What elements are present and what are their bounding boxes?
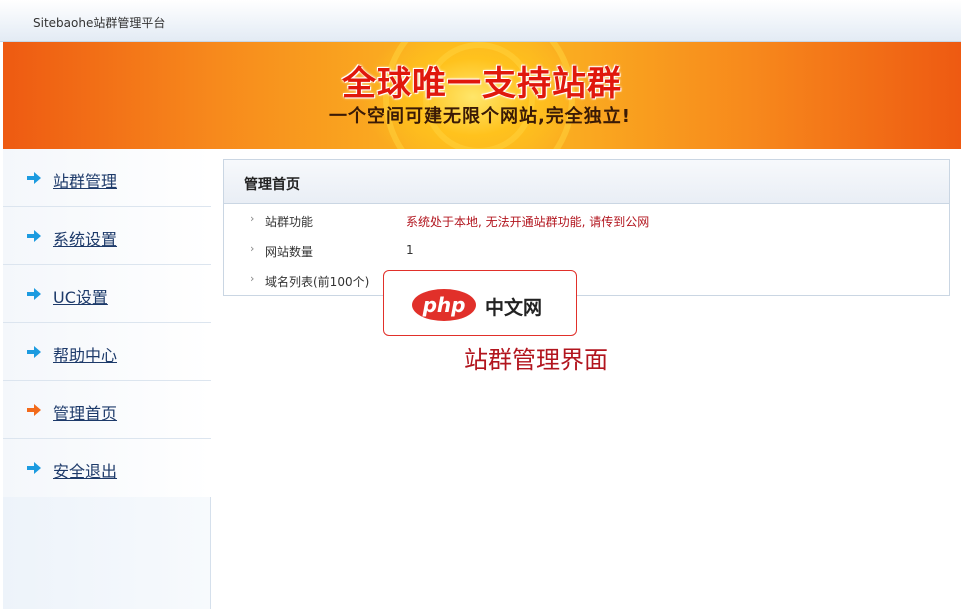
watermark-site-text: 中文网 — [485, 297, 543, 319]
info-row: › 站群功能 系统处于本地, 无法开通站群功能, 请传到公网 — [224, 205, 949, 235]
admin-home-panel: 管理首页 › 站群功能 系统处于本地, 无法开通站群功能, 请传到公网 › 网站… — [223, 159, 950, 296]
banner-subline: 一个空间可建无限个网站,完全独立! — [328, 106, 632, 127]
info-row: › 网站数量 1 — [224, 235, 949, 265]
chevron-right-icon: › — [250, 272, 255, 285]
app-title: Sitebaohe站群管理平台 — [33, 16, 166, 30]
sidebar-item-site-group[interactable]: 站群管理 — [3, 149, 211, 207]
screenshot-caption: 站群管理界面 — [464, 346, 608, 374]
info-row-key: 域名列表(前100个) — [265, 275, 370, 289]
sidebar-item-label[interactable]: 系统设置 — [53, 226, 117, 250]
php-cn-watermark: php 中文网 — [383, 270, 577, 336]
sidebar-item-label[interactable]: 安全退出 — [53, 458, 117, 482]
sidebar-nav: 站群管理 系统设置 UC设置 帮助中心 管理首页 安全退出 — [3, 149, 211, 609]
info-row-value: 系统处于本地, 无法开通站群功能, 请传到公网 — [406, 215, 650, 229]
info-row-value: 1 — [406, 243, 414, 257]
chevron-right-icon: › — [250, 212, 255, 225]
arrow-right-icon — [27, 288, 41, 300]
arrow-right-icon — [27, 172, 41, 184]
info-row-key: 网站数量 — [265, 245, 314, 259]
top-bar: Sitebaohe站群管理平台 — [0, 0, 961, 42]
arrow-right-icon — [27, 462, 41, 474]
php-logo-icon: php — [412, 289, 476, 321]
info-row: › 域名列表(前100个) — [224, 265, 949, 295]
arrow-right-icon — [27, 230, 41, 242]
info-row-key: 站群功能 — [265, 215, 314, 229]
panel-header: 管理首页 — [224, 160, 949, 204]
php-logo-text: php — [422, 293, 466, 317]
sidebar-item-system-settings[interactable]: 系统设置 — [3, 207, 211, 265]
chevron-right-icon: › — [250, 242, 255, 255]
sidebar-item-admin-home[interactable]: 管理首页 — [3, 381, 211, 439]
panel-title: 管理首页 — [244, 177, 300, 193]
sidebar-item-uc-settings[interactable]: UC设置 — [3, 265, 211, 323]
promo-banner: 全球唯一支持站群 一个空间可建无限个网站,完全独立! — [3, 42, 961, 149]
sidebar-item-logout[interactable]: 安全退出 — [3, 439, 211, 497]
sidebar-item-help-center[interactable]: 帮助中心 — [3, 323, 211, 381]
arrow-right-icon — [27, 346, 41, 358]
arrow-right-icon — [27, 404, 41, 416]
sidebar-item-label[interactable]: 帮助中心 — [53, 342, 117, 366]
sidebar-item-label[interactable]: UC设置 — [53, 284, 108, 308]
banner-headline: 全球唯一支持站群 — [342, 64, 622, 104]
sidebar-item-label[interactable]: 站群管理 — [53, 168, 117, 192]
sidebar-item-label[interactable]: 管理首页 — [53, 400, 117, 424]
